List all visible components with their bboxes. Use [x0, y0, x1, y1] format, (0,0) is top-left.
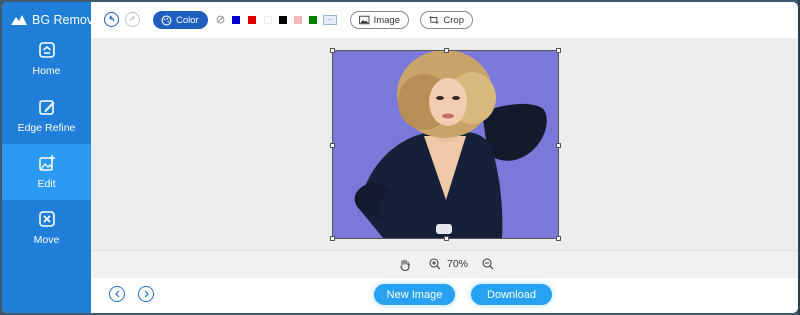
previous-button[interactable]	[109, 286, 125, 302]
zoom-level: 70%	[447, 258, 469, 270]
zoom-out-icon[interactable]	[482, 258, 494, 270]
sidebar-item-move[interactable]: Move	[2, 200, 91, 256]
canvas-area[interactable]	[91, 38, 798, 250]
undo-icon	[109, 15, 115, 22]
undo-button[interactable]	[104, 12, 119, 27]
zoom-in-icon[interactable]	[429, 258, 441, 270]
resize-handle[interactable]	[556, 236, 561, 241]
sidebar-item-home[interactable]: Home	[2, 31, 91, 87]
redo-button[interactable]	[125, 12, 140, 27]
resize-handle[interactable]	[444, 48, 449, 53]
swatch-red[interactable]	[248, 16, 256, 24]
swatch-green[interactable]	[309, 16, 317, 24]
swatch-black[interactable]	[279, 16, 287, 24]
color-button-label: Color	[176, 14, 199, 26]
swatch-pink[interactable]	[294, 16, 302, 24]
next-button[interactable]	[138, 286, 154, 302]
selection-box[interactable]	[330, 48, 561, 241]
sidebar-item-label: Move	[33, 234, 60, 246]
sidebar-item-edit[interactable]: Edit	[2, 144, 91, 200]
palette-icon	[161, 15, 172, 25]
hand-icon[interactable]	[399, 258, 411, 271]
logo-icon	[11, 15, 27, 25]
sidebar-item-label: Home	[32, 65, 61, 77]
resize-handle[interactable]	[330, 236, 335, 241]
chevron-right-icon	[144, 290, 149, 298]
edge-refine-icon	[38, 100, 54, 115]
main-panel: Color ... Image Crop 70% New Image Downl…	[91, 2, 798, 313]
resize-handle[interactable]	[556, 143, 561, 148]
swatch-white[interactable]	[264, 16, 272, 24]
download-button[interactable]: Download	[471, 284, 552, 305]
crop-icon	[429, 16, 439, 24]
move-icon	[38, 211, 55, 227]
crop-button[interactable]: Crop	[420, 11, 473, 29]
resize-handle[interactable]	[330, 48, 335, 53]
bottom-bar: New Image Download	[91, 278, 798, 313]
resize-handle[interactable]	[330, 143, 335, 148]
resize-handle[interactable]	[444, 236, 449, 241]
toolbar: Color ... Image Crop	[91, 2, 798, 38]
sidebar: BG Remover Home Edge Refine Edit Move	[2, 2, 104, 313]
sidebar-item-edge-refine[interactable]: Edge Refine	[2, 88, 91, 144]
chevron-left-icon	[114, 290, 119, 298]
resize-handle[interactable]	[556, 48, 561, 53]
image-button-label: Image	[373, 14, 400, 26]
sidebar-item-label: Edge Refine	[17, 122, 76, 134]
image-icon	[359, 15, 370, 25]
sidebar-item-label: Edit	[37, 178, 56, 190]
app-window: BG Remover Home Edge Refine Edit Move Co…	[2, 2, 798, 313]
image-button[interactable]: Image	[350, 11, 409, 29]
swatch-blue[interactable]	[232, 16, 240, 24]
zoom-bar: 70%	[91, 250, 798, 278]
home-icon	[38, 42, 55, 58]
edit-image-icon	[38, 155, 55, 171]
more-colors-button[interactable]: ...	[323, 15, 337, 25]
new-image-button[interactable]: New Image	[374, 284, 455, 305]
redo-icon	[129, 15, 135, 22]
crop-button-label: Crop	[443, 14, 464, 26]
no-color-icon[interactable]	[216, 15, 225, 24]
color-button[interactable]: Color	[153, 11, 208, 29]
